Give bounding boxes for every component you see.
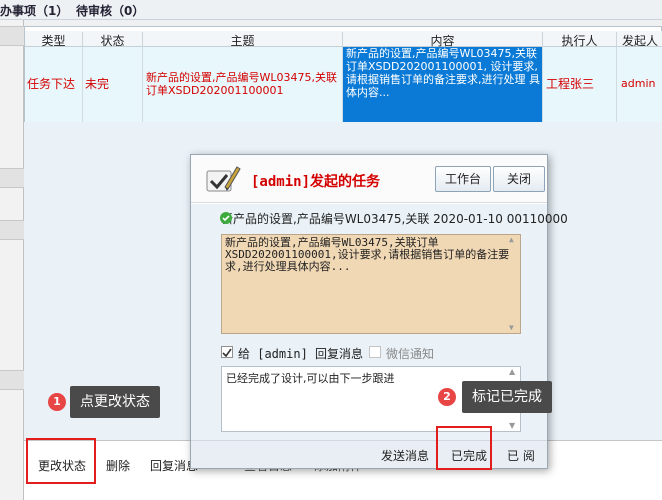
step-badge-1: 1 [48, 393, 66, 411]
step-tip-2: 标记已完成 [462, 381, 552, 413]
send-message-button[interactable]: 发送消息 [381, 447, 429, 464]
step-tip-1: 点更改状态 [70, 386, 160, 418]
reply-checkbox[interactable] [221, 346, 233, 358]
task-grid: 类型 状态 主题 内容 执行人 发起人 任务下达 未完 新产品的设置,产品编号W… [24, 26, 662, 122]
cell-initiator: admin [621, 77, 656, 90]
cell-status: 未完 [83, 47, 143, 122]
col-type[interactable]: 类型 [25, 32, 83, 48]
highlight-mark-done [436, 426, 492, 470]
col-executor[interactable]: 执行人 [543, 32, 617, 48]
col-content[interactable]: 内容 [343, 32, 543, 48]
scroll-up-icon[interactable]: ▲ [509, 236, 517, 244]
scroll-down-icon[interactable]: ▼ [509, 324, 517, 332]
scroll-up-icon[interactable]: ▲ [509, 368, 517, 376]
task-edit-icon [206, 166, 241, 192]
mark-read-button[interactable]: 已 阅 [507, 447, 535, 464]
scrollbar[interactable]: ▲ ▼ [508, 236, 518, 332]
col-initiator[interactable]: 发起人 [617, 32, 662, 48]
sidebar-section[interactable] [0, 168, 24, 188]
sidebar-section[interactable] [0, 220, 24, 240]
delete-button[interactable]: 删除 [106, 457, 130, 474]
grid-header: 类型 状态 主题 内容 执行人 发起人 [25, 31, 662, 48]
col-status[interactable]: 状态 [83, 32, 143, 48]
wechat-checkbox[interactable] [369, 346, 381, 358]
step-badge-2: 2 [438, 388, 456, 406]
col-subject[interactable]: 主题 [143, 32, 343, 48]
cell-subject: 新产品的设置,产品编号WL03475,关联订单XSDD202001100001 [143, 47, 343, 122]
table-row[interactable]: 任务下达 未完 新产品的设置,产品编号WL03475,关联订单XSDD20200… [25, 47, 662, 122]
scroll-down-icon[interactable]: ▼ [509, 422, 517, 430]
cell-type: 任务下达 [25, 47, 83, 122]
tab-todo[interactable]: 办事项（1） [0, 2, 68, 19]
close-button[interactable]: 关闭 [493, 166, 545, 192]
task-info-line: 新产品的设置,产品编号WL03475,关联 2020-01-10 0011000… [221, 212, 568, 226]
workbench-button[interactable]: 工作台 [435, 166, 491, 192]
left-sidebar [0, 20, 24, 500]
message-text: 新产品的设置,产品编号WL03475,关联订单XSDD202001100001,… [225, 236, 510, 273]
tab-pending-review[interactable]: 待审核（0） [76, 2, 144, 19]
cell-content: 新产品的设置,产品编号WL03475,关联订单XSDD202001100001,… [343, 47, 543, 122]
task-dialog: [admin]发起的任务 工作台 关闭 新产品的设置,产品编号WL03475,关… [190, 154, 568, 469]
reply-label: 给 [admin] 回复消息 [238, 347, 364, 361]
cell-executor: 工程张三 [543, 47, 617, 122]
dialog-footer: 发送消息 已完成 已 阅 [191, 440, 547, 468]
wechat-label: 微信通知 [386, 347, 435, 361]
top-tabs: 办事项（1） 待审核（0） [0, 0, 662, 20]
dialog-title: [admin]发起的任务 [251, 174, 381, 190]
sidebar-section[interactable] [0, 370, 24, 390]
message-textarea[interactable]: 新产品的设置,产品编号WL03475,关联订单XSDD202001100001,… [221, 234, 521, 334]
sidebar-section[interactable] [0, 26, 24, 46]
dialog-header: [admin]发起的任务 工作台 关闭 [191, 155, 547, 203]
check-circle-icon [220, 212, 232, 224]
reply-text: 已经完成了设计,可以由下一步跟进 [226, 372, 395, 385]
highlight-change-status [26, 438, 96, 484]
